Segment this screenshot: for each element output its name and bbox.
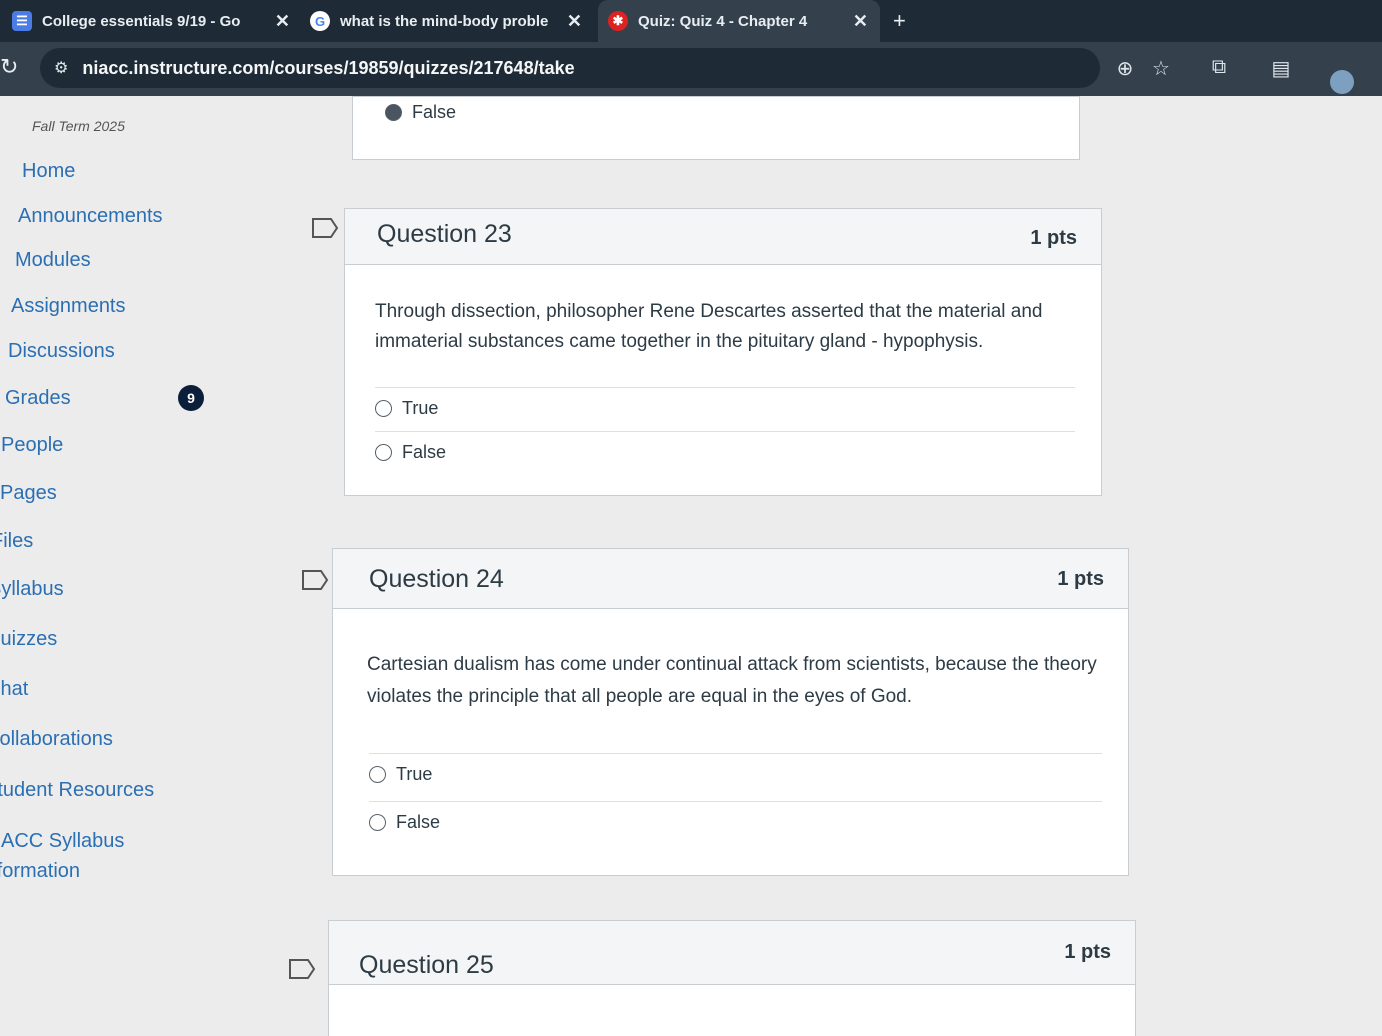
answer-option-false[interactable]: False [375,431,1075,473]
browser-tab-bar: ☰ College essentials 9/19 - Go ✕ G what … [0,0,1382,42]
nav-quizzes[interactable]: Quizzes [0,628,57,651]
close-icon[interactable]: ✕ [853,11,868,32]
question-22-card: False [352,96,1080,160]
reading-list-icon[interactable]: ▤ [1268,56,1294,82]
question-text: Through dissection, philosopher Rene Des… [375,301,1043,352]
nav-collaborations[interactable]: Collaborations [0,728,113,751]
answer-option-true[interactable]: True [375,387,1075,429]
question-title: Question 23 [377,220,512,248]
google-icon: G [310,11,330,31]
bookmark-star-icon[interactable]: ☆ [1148,56,1174,82]
reload-icon[interactable]: ↻ [0,54,18,80]
close-icon[interactable]: ✕ [275,11,290,32]
close-icon[interactable]: ✕ [567,11,582,32]
new-tab-icon[interactable]: + [893,8,906,34]
tab-title: College essentials 9/19 - Go [42,12,241,30]
nav-home[interactable]: Home [22,160,75,183]
browser-tab[interactable]: ☰ College essentials 9/19 - Go ✕ [12,0,302,42]
question-points: 1 pts [1057,568,1104,590]
question-header: Question 24 1 pts [333,549,1128,609]
course-navigation: Fall Term 2025 Home Announcements Module… [0,96,290,1036]
nav-pages[interactable]: Pages [0,482,57,505]
question-text: Cartesian dualism has come under continu… [367,654,1097,707]
answer-label: True [396,764,433,784]
answer-label: False [396,812,441,832]
question-points: 1 pts [1030,227,1077,249]
radio-button[interactable] [369,814,386,831]
nav-grades[interactable]: Grades [5,387,71,410]
question-23-card: Question 23 1 pts Through dissection, ph… [344,208,1102,496]
question-title: Question 24 [369,565,504,593]
nav-student-resources[interactable]: Student Resources [0,779,154,802]
nav-chat[interactable]: Chat [0,678,28,701]
nav-discussions[interactable]: Discussions [8,340,115,363]
answer-label: True [402,398,439,418]
question-25-card: Question 25 1 pts [328,920,1136,1036]
flag-question-icon[interactable] [288,958,316,980]
extensions-icon[interactable]: ⧉ [1206,56,1232,82]
nav-information[interactable]: Information [0,860,80,883]
flag-question-icon[interactable] [311,217,339,239]
nav-assignments[interactable]: Assignments [11,295,126,318]
question-title: Question 25 [359,951,494,979]
url-text: niacc.instructure.com/courses/19859/quiz… [82,57,575,78]
nav-niacc-syllabus[interactable]: NIACC Syllabus [0,830,124,853]
radio-button[interactable] [375,444,392,461]
radio-button[interactable] [369,766,386,783]
answer-option-false[interactable]: False [369,801,1102,843]
browser-toolbar: ↻ ⚙ niacc.instructure.com/courses/19859/… [0,42,1382,96]
answer-option-true[interactable]: True [369,753,1102,795]
nav-people[interactable]: People [1,434,63,457]
nav-modules[interactable]: Modules [15,249,91,272]
question-header: Question 25 1 pts [329,921,1135,985]
radio-button-selected[interactable] [385,103,402,121]
install-app-icon[interactable]: ⊕ [1112,56,1138,82]
term-label: Fall Term 2025 [32,118,125,134]
site-settings-icon[interactable]: ⚙ [54,58,68,78]
nav-syllabus[interactable]: Syllabus [0,578,64,601]
question-24-card: Question 24 1 pts Cartesian dualism has … [332,548,1129,876]
address-bar[interactable]: ⚙ niacc.instructure.com/courses/19859/qu… [40,48,1100,88]
profile-avatar[interactable] [1330,70,1354,94]
tab-title: Quiz: Quiz 4 - Chapter 4 [638,12,808,30]
docs-icon: ☰ [12,11,32,31]
nav-announcements[interactable]: Announcements [18,205,163,228]
question-points: 1 pts [1064,941,1111,963]
question-header: Question 23 1 pts [345,209,1101,265]
browser-tab-active[interactable]: ✱ Quiz: Quiz 4 - Chapter 4 ✕ [598,0,880,42]
answer-label: False [412,101,457,122]
browser-tab[interactable]: G what is the mind-body proble ✕ [310,0,594,42]
answer-label: False [402,442,447,462]
canvas-icon: ✱ [608,11,628,31]
nav-files[interactable]: Files [0,530,33,553]
answer-option[interactable]: False [385,91,1053,133]
tab-title: what is the mind-body proble [340,12,549,30]
flag-question-icon[interactable] [301,569,329,591]
radio-button[interactable] [375,400,392,417]
grades-count-badge: 9 [178,385,204,411]
